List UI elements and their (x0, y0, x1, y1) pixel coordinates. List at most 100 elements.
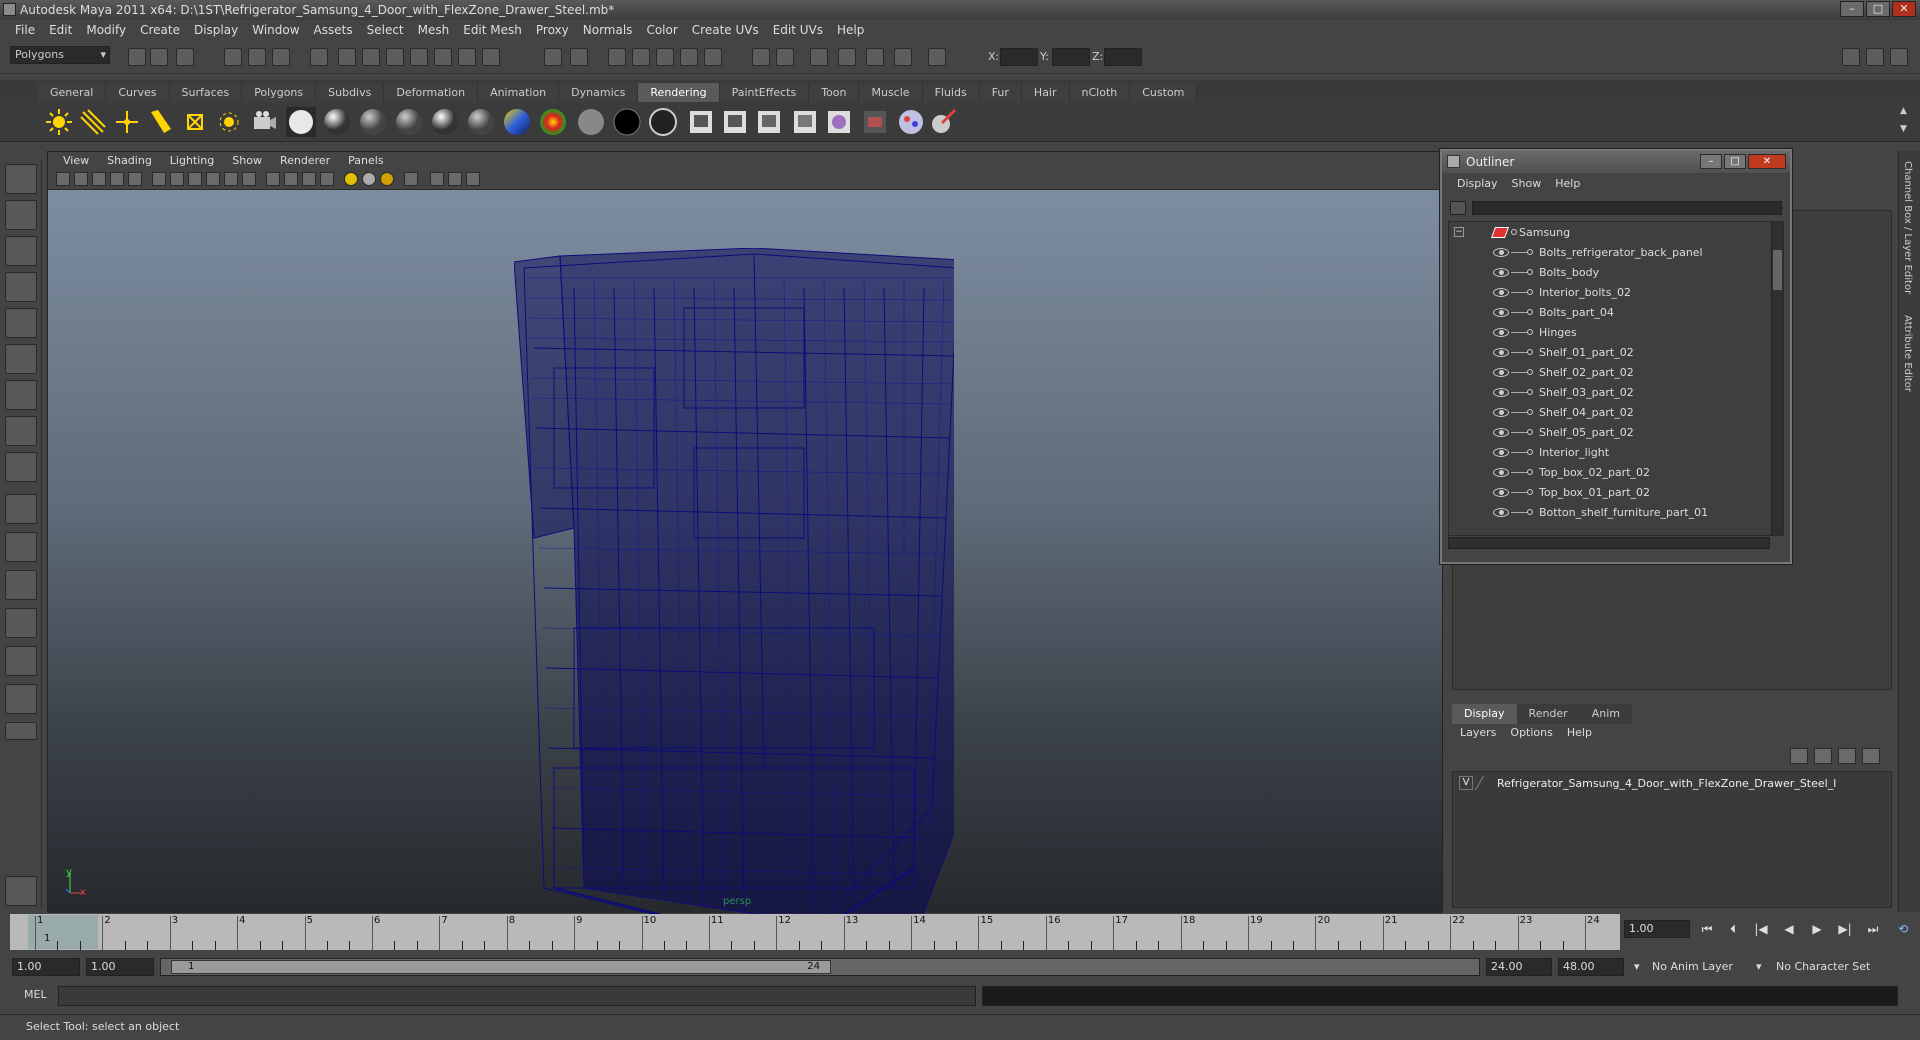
outliner-item[interactable]: Top_box_01_part_02 (1449, 482, 1769, 502)
outliner-menu-help[interactable]: Help (1548, 177, 1587, 190)
graph-hypergraph-layout-icon[interactable] (5, 684, 37, 714)
grid-toggle-icon[interactable] (128, 172, 142, 186)
step-back-key-icon[interactable]: ⏴ (1723, 920, 1743, 938)
bump-map-icon[interactable] (648, 107, 678, 137)
layer-row[interactable]: V Refrigerator_Samsung_4_Door_with_FlexZ… (1459, 776, 1836, 790)
tab-hair[interactable]: Hair (1021, 83, 1070, 102)
viewport-menu-renderer[interactable]: Renderer (271, 152, 339, 170)
render-image-icon[interactable] (860, 107, 890, 137)
safe-action-icon[interactable] (448, 172, 462, 186)
range-slider[interactable]: 1 24 (160, 958, 1480, 976)
viewport-menu-lighting[interactable]: Lighting (161, 152, 223, 170)
render-frame-icon[interactable] (570, 48, 588, 66)
settings-gear-icon[interactable] (5, 876, 37, 906)
reflection-icon[interactable] (866, 48, 884, 66)
layer-tab-anim[interactable]: Anim (1579, 704, 1632, 724)
layer-tab-display[interactable]: Display (1452, 704, 1517, 724)
tab-dynamics[interactable]: Dynamics (559, 83, 639, 102)
select-hierarchy-icon[interactable] (224, 48, 242, 66)
outliner-minimize-button[interactable]: – (1700, 154, 1722, 169)
animation-prefs-icon[interactable]: ⟲ (1893, 920, 1913, 938)
outliner-maximize-button[interactable]: □ (1724, 154, 1746, 169)
tab-fur[interactable]: Fur (979, 83, 1022, 102)
bookmarks-icon[interactable] (92, 172, 106, 186)
surface-shader-icon[interactable] (576, 107, 606, 137)
x-field[interactable] (1000, 48, 1038, 66)
menu-modify[interactable]: Modify (79, 23, 133, 37)
scrollbar-thumb[interactable] (1773, 250, 1782, 290)
layer-menu-options[interactable]: Options (1510, 726, 1552, 739)
isolate-select-icon[interactable] (266, 172, 280, 186)
time-slider[interactable]: 1 1 2 3 4 5 6 7 8 9 10 11 12 13 14 15 16 17 18 19 20 21 22 23 2… (10, 914, 1620, 950)
move-layer-down-icon[interactable] (1814, 748, 1832, 764)
anim-layer-dropdown[interactable]: No Anim Layer (1652, 958, 1733, 976)
projection-icon[interactable] (790, 107, 820, 137)
custom-layout-icon[interactable] (5, 722, 37, 740)
menu-proxy[interactable]: Proxy (529, 23, 576, 37)
outliner-item[interactable]: Interior_bolts_02 (1449, 282, 1769, 302)
resolution-gate-icon[interactable] (404, 172, 418, 186)
outliner-title-bar[interactable]: Outliner – □ ✕ (1442, 151, 1790, 173)
new-empty-layer-icon[interactable] (1838, 748, 1856, 764)
menu-mesh[interactable]: Mesh (411, 23, 457, 37)
menu-help[interactable]: Help (830, 23, 871, 37)
area-light-icon[interactable] (180, 107, 210, 137)
outliner-filter-icon[interactable] (1450, 201, 1466, 215)
layer-menu-help[interactable]: Help (1567, 726, 1592, 739)
soft-select-icon[interactable] (838, 48, 856, 66)
outliner-search-field[interactable] (1472, 201, 1782, 215)
four-view-layout-icon[interactable] (5, 532, 37, 562)
camera-icon[interactable] (248, 107, 278, 137)
outliner-menu-display[interactable]: Display (1450, 177, 1505, 190)
directional-light-icon[interactable] (78, 107, 108, 137)
outliner-item[interactable]: Shelf_01_part_02 (1449, 342, 1769, 362)
viewport-scene[interactable]: y x persp (48, 190, 1442, 948)
shelf-scroll-down-icon[interactable]: ▼ (1900, 124, 1912, 136)
outliner-item[interactable]: Shelf_02_part_02 (1449, 362, 1769, 382)
layer-visibility-toggle[interactable]: V (1459, 776, 1473, 790)
anisotropic-material-icon[interactable] (286, 107, 316, 137)
perspective-viewport[interactable]: View Shading Lighting Show Renderer Panels (47, 151, 1443, 948)
tab-toon[interactable]: Toon (809, 83, 860, 102)
tab-general[interactable]: General (38, 83, 107, 102)
menu-select[interactable]: Select (360, 23, 411, 37)
outliner-item[interactable]: Hinges (1449, 322, 1769, 342)
open-scene-icon[interactable] (150, 48, 168, 66)
lasso-tool-icon[interactable] (5, 200, 37, 230)
smooth-shade-icon[interactable] (170, 172, 184, 186)
new-scene-icon[interactable] (128, 48, 146, 66)
outliner-item[interactable]: Shelf_04_part_02 (1449, 402, 1769, 422)
go-to-end-icon[interactable]: ⏭ (1863, 920, 1883, 938)
play-backwards-icon[interactable]: ◀ (1779, 920, 1799, 938)
command-input[interactable] (58, 986, 976, 1006)
rotate-tool-icon[interactable] (5, 308, 37, 338)
make-live-icon[interactable] (434, 48, 452, 66)
textured-icon[interactable] (206, 172, 220, 186)
outliner-close-button[interactable]: ✕ (1748, 154, 1786, 169)
tab-muscle[interactable]: Muscle (859, 83, 923, 102)
save-scene-icon[interactable] (176, 48, 194, 66)
viewport-menu-show[interactable]: Show (223, 152, 271, 170)
menu-set-selector[interactable]: Polygons ▾ (10, 46, 110, 64)
select-object-icon[interactable] (248, 48, 266, 66)
layer-tab-render[interactable]: Render (1516, 704, 1580, 724)
menu-file[interactable]: File (8, 23, 42, 37)
z-field[interactable] (1104, 48, 1142, 66)
blinn-material-icon[interactable] (322, 107, 352, 137)
chevron-down-icon[interactable]: ▾ (1634, 958, 1640, 976)
history-icon[interactable] (458, 48, 476, 66)
outliner-item[interactable]: Bolts_refrigerator_back_panel (1449, 242, 1769, 262)
render-view-icon[interactable] (704, 48, 722, 66)
outliner-item[interactable]: Top_box_02_part_02 (1449, 462, 1769, 482)
show-channel-box-icon[interactable] (1842, 48, 1860, 66)
input-lock-icon[interactable] (544, 48, 562, 66)
layer-color-swatch[interactable] (1474, 776, 1496, 790)
menu-edit-mesh[interactable]: Edit Mesh (456, 23, 529, 37)
close-button[interactable]: ✕ (1892, 1, 1916, 17)
light-ambient-icon[interactable] (344, 172, 358, 186)
outliner-item[interactable]: Botton_shelf_furniture_part_01 (1449, 502, 1769, 522)
viewport-menu-panels[interactable]: Panels (339, 152, 392, 170)
outliner-item[interactable]: Bolts_body (1449, 262, 1769, 282)
render-region-icon[interactable] (608, 48, 626, 66)
wireframe-icon[interactable] (152, 172, 166, 186)
